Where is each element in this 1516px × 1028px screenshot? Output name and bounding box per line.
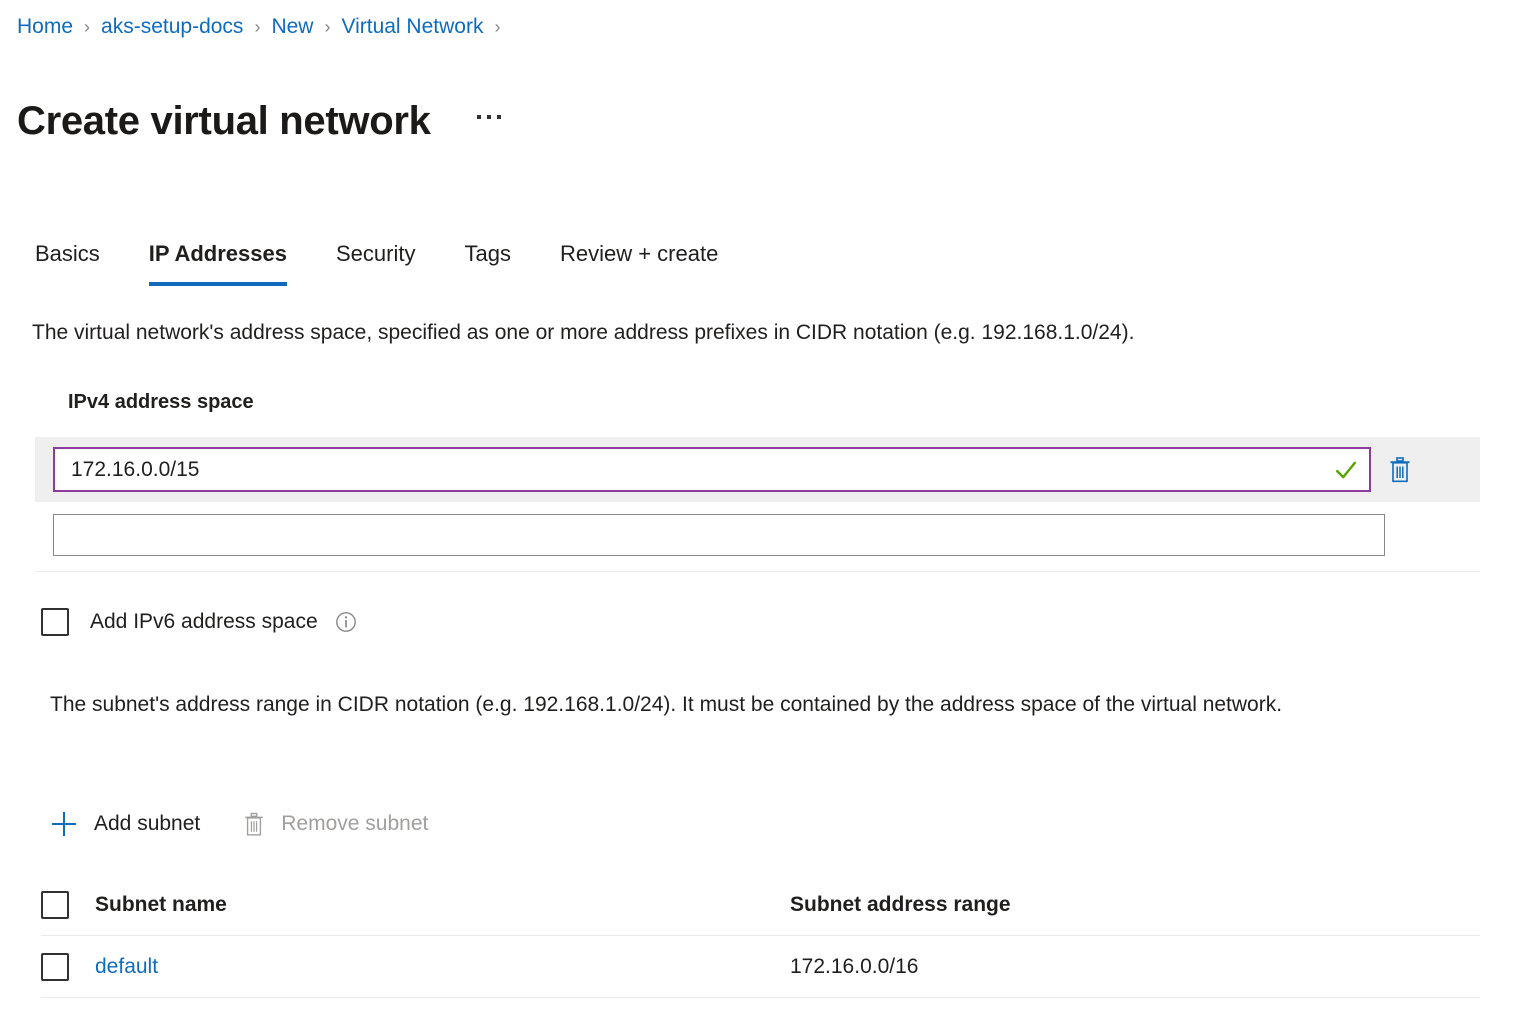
ipv4-address-space-label: IPv4 address space (68, 391, 254, 413)
tab-tags[interactable]: Tags (464, 240, 510, 286)
subnet-toolbar: Add subnet Remove subnet (50, 810, 428, 838)
add-subnet-label: Add subnet (94, 812, 201, 835)
select-all-checkbox[interactable] (41, 890, 69, 919)
add-ipv6-address-space-row: Add IPv6 address space (41, 608, 357, 636)
plus-icon (52, 812, 76, 836)
remove-subnet-label: Remove subnet (281, 812, 429, 835)
breadcrumb-item-virtual-network[interactable]: Virtual Network (341, 14, 483, 40)
tab-security[interactable]: Security (336, 240, 415, 286)
page-header: Create virtual network (17, 68, 505, 174)
column-header-subnet-address-range: Subnet address range (790, 892, 1011, 916)
trash-icon (1390, 456, 1410, 482)
delete-address-space-button[interactable] (1383, 453, 1417, 487)
ipv4-address-row (35, 437, 1480, 502)
row-select-cell (41, 952, 95, 981)
column-header-subnet-name: Subnet name (95, 892, 227, 916)
subnet-description: The subnet's address range in CIDR notat… (50, 693, 1283, 716)
tab-ip-addresses[interactable]: IP Addresses (148, 240, 288, 286)
ipv4-address-input-new[interactable] (53, 514, 1385, 556)
subnet-table: Subnet name Subnet address range default… (41, 874, 1480, 998)
tab-review-create[interactable]: Review + create (560, 240, 718, 286)
subnet-name-link[interactable]: default (95, 955, 158, 978)
breadcrumb-item-resource-group[interactable]: aks-setup-docs (101, 14, 243, 40)
tab-basics[interactable]: Basics (35, 240, 100, 286)
address-space-divider (35, 571, 1480, 572)
select-all-cell (41, 890, 95, 919)
ellipsis-dot (476, 114, 481, 119)
row-checkbox[interactable] (41, 952, 69, 981)
tab-list: Basics IP Addresses Security Tags Review… (35, 232, 718, 286)
ipv4-address-row-empty (53, 514, 1385, 556)
breadcrumb-item-home[interactable]: Home (17, 14, 73, 40)
add-subnet-button[interactable]: Add subnet (50, 810, 200, 838)
breadcrumb-chevron-icon: › (84, 17, 91, 37)
breadcrumb: Home › aks-setup-docs › New › Virtual Ne… (17, 14, 511, 40)
cell-subnet-address-range: 172.16.0.0/16 (790, 954, 919, 978)
table-header-row: Subnet name Subnet address range (41, 874, 1480, 936)
trash-icon (245, 812, 263, 836)
ipv4-address-input-wrapper (53, 447, 1371, 492)
breadcrumb-item-new[interactable]: New (271, 14, 313, 40)
more-options-icon[interactable] (473, 105, 505, 137)
breadcrumb-chevron-icon: › (324, 17, 331, 37)
page-title: Create virtual network (17, 98, 431, 143)
info-icon[interactable] (335, 611, 357, 633)
cell-subnet-name: default (95, 955, 790, 979)
add-ipv6-label: Add IPv6 address space (90, 610, 318, 633)
add-ipv6-checkbox[interactable] (41, 608, 69, 636)
breadcrumb-chevron-icon: › (494, 17, 501, 37)
ipv4-address-input[interactable] (53, 447, 1371, 492)
breadcrumb-chevron-icon: › (254, 17, 261, 37)
remove-subnet-button[interactable]: Remove subnet (243, 810, 428, 838)
ellipsis-dot (496, 114, 501, 119)
ipv4-description: The virtual network's address space, spe… (32, 321, 1135, 344)
ellipsis-dot (486, 114, 491, 119)
table-row: default 172.16.0.0/16 (41, 936, 1480, 998)
